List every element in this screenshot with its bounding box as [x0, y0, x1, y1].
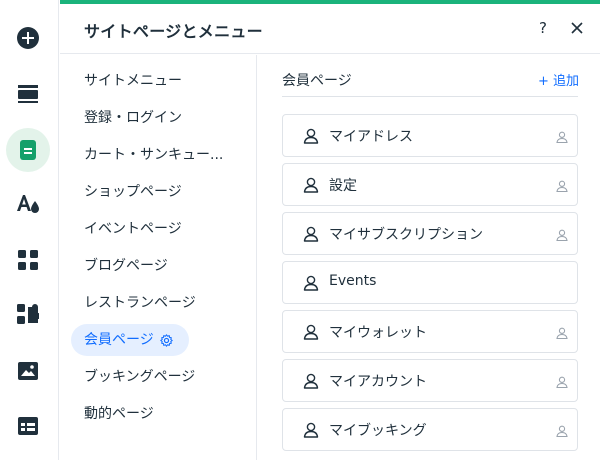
media-button[interactable] [6, 349, 50, 393]
add-icon [17, 27, 39, 49]
theme-icon [16, 193, 40, 215]
apps-icon [18, 250, 38, 270]
site-design-button[interactable] [6, 182, 50, 226]
page-category-menu: サイトメニュー 登録・ログイン カート・サンキュー... ショップページ イベン… [60, 55, 257, 460]
menu-item-label: 会員ページ [84, 332, 154, 348]
page-label: Events [329, 273, 377, 289]
app-market-button[interactable] [6, 293, 50, 337]
menu-item-shop-pages[interactable]: ショップページ [84, 181, 182, 203]
add-section-button[interactable] [6, 72, 50, 116]
cms-button[interactable] [6, 404, 50, 448]
close-button[interactable] [567, 17, 587, 39]
member-icon [302, 225, 320, 247]
panel-title: サイトページとメニュー [84, 22, 263, 41]
member-icon [302, 274, 320, 296]
page-row[interactable]: 設定 [282, 163, 578, 206]
add-elements-button[interactable] [6, 16, 50, 60]
help-button[interactable]: ? [533, 17, 553, 39]
page-row[interactable]: マイアドレス [282, 114, 578, 157]
media-icon [18, 362, 38, 380]
member-icon [302, 372, 320, 394]
members-only-icon [555, 178, 569, 197]
menu-item-site-menu[interactable]: サイトメニュー [84, 70, 182, 92]
section-title: 会員ページ [282, 73, 352, 89]
page-label: 設定 [329, 178, 357, 194]
panel-header: サイトページとメニュー ? [60, 4, 600, 54]
page-row[interactable]: マイアカウント [282, 359, 578, 402]
member-icon [302, 323, 320, 345]
page-label: マイウォレット [329, 325, 427, 341]
pages-icon [20, 140, 36, 160]
page-row[interactable]: マイサブスクリプション [282, 212, 578, 255]
members-only-icon [555, 325, 569, 344]
divider [282, 96, 578, 97]
menu-item-member-pages[interactable]: 会員ページ [71, 324, 189, 356]
members-only-icon [555, 374, 569, 393]
page-label: マイアカウント [329, 374, 427, 390]
members-only-icon [555, 423, 569, 442]
menu-item-event-pages[interactable]: イベントページ [84, 218, 182, 240]
site-pages-panel: サイトページとメニュー ? サイトメニュー 登録・ログイン カート・サンキュー.… [60, 0, 600, 460]
app-market-icon [17, 304, 39, 326]
table-icon [18, 417, 38, 435]
page-row[interactable]: マイウォレット [282, 310, 578, 353]
page-row[interactable]: マイブッキング [282, 408, 578, 451]
pages-menu-button[interactable] [6, 128, 50, 172]
member-icon [302, 421, 320, 443]
section-icon [18, 85, 38, 103]
page-label: マイサブスクリプション [329, 227, 483, 243]
member-icon [302, 176, 320, 198]
page-row[interactable]: Events [282, 261, 578, 304]
member-pages-section: 会員ページ + 追加 マイアドレス 設定 マイサブスクリプション Events … [258, 55, 600, 460]
close-icon [571, 19, 583, 38]
menu-item-booking-pages[interactable]: ブッキングページ [84, 366, 195, 388]
gear-icon[interactable] [159, 333, 173, 347]
members-only-icon [555, 227, 569, 246]
add-page-button[interactable]: + 追加 [538, 70, 579, 89]
page-label: マイアドレス [329, 129, 413, 145]
page-label: マイブッキング [329, 423, 427, 439]
menu-item-restaurant-pages[interactable]: レストランページ [84, 292, 196, 314]
add-apps-button[interactable] [6, 238, 50, 282]
members-only-icon [555, 129, 569, 148]
menu-item-cart-thankyou[interactable]: カート・サンキュー... [84, 144, 223, 166]
menu-item-signup-login[interactable]: 登録・ログイン [84, 107, 182, 129]
editor-left-rail [0, 0, 59, 460]
member-icon [302, 127, 320, 149]
menu-item-blog-pages[interactable]: ブログページ [84, 255, 168, 277]
menu-item-dynamic-pages[interactable]: 動的ページ [84, 403, 154, 425]
